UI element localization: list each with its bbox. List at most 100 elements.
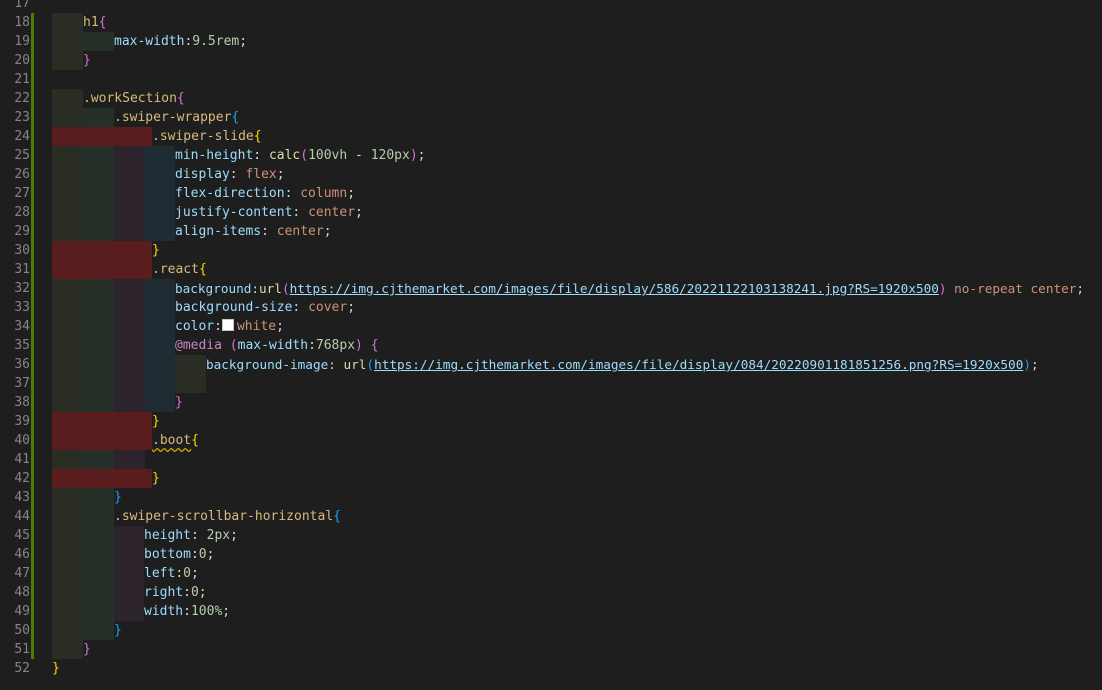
modified-gutter-marker: [31, 640, 34, 659]
modified-gutter-marker: [31, 279, 34, 298]
indent-guide: [83, 184, 114, 203]
code-line[interactable]: 27 flex-direction: column;: [0, 184, 1102, 203]
indent-error-highlight: [52, 260, 152, 279]
code-line[interactable]: 35 @media (max-width:768px) {: [0, 336, 1102, 355]
code-line[interactable]: 22 .workSection{: [0, 89, 1102, 108]
modified-gutter-marker: [31, 146, 34, 165]
url-link[interactable]: https://img.cjthemarket.com/images/file/…: [374, 357, 1023, 372]
indent-guide: [52, 393, 83, 412]
code-line[interactable]: 41: [0, 450, 1102, 469]
line-number: 34: [14, 319, 30, 334]
code-line[interactable]: 40 .boot{: [0, 431, 1102, 450]
code-line[interactable]: 44 .swiper-scrollbar-horizontal{: [0, 507, 1102, 526]
code-line[interactable]: 48 right:0;: [0, 583, 1102, 602]
line-number: 48: [14, 585, 30, 600]
code-line[interactable]: 52 }: [0, 659, 1102, 678]
code-line[interactable]: 29 align-items: center;: [0, 222, 1102, 241]
code-line[interactable]: 19 max-width:9.5rem;: [0, 32, 1102, 51]
modified-gutter-marker: [31, 70, 34, 89]
lint-warning[interactable]: .boot: [152, 433, 191, 448]
indent-guide: [52, 51, 83, 70]
code-line[interactable]: 20 }: [0, 51, 1102, 70]
line-number: 25: [14, 148, 30, 163]
code-line[interactable]: 18 h1{: [0, 13, 1102, 32]
code-line[interactable]: 38 }: [0, 393, 1102, 412]
modified-gutter-marker: [31, 298, 34, 317]
code-line[interactable]: 25 min-height: calc(100vh - 120px);: [0, 146, 1102, 165]
indent-guide: [83, 526, 114, 545]
code-line[interactable]: 51 }: [0, 640, 1102, 659]
code-text: justify-content: center;: [175, 205, 363, 220]
code-line[interactable]: 32 background:url(https://img.cjthemarke…: [0, 279, 1102, 298]
color-swatch[interactable]: [221, 319, 234, 331]
line-number: 19: [14, 34, 30, 49]
code-text: .workSection{: [83, 91, 185, 106]
indent-guide: [145, 203, 175, 222]
code-line[interactable]: 34 color: white;: [0, 317, 1102, 336]
modified-gutter-marker: [31, 583, 34, 602]
indent-guide: [52, 298, 83, 317]
modified-gutter-marker: [31, 488, 34, 507]
code-line[interactable]: 49 width:100%;: [0, 602, 1102, 621]
indent-guide: [145, 222, 175, 241]
indent-guide: [52, 545, 83, 564]
line-number: 27: [14, 186, 30, 201]
code-line[interactable]: 26 display: flex;: [0, 165, 1102, 184]
indent-guide: [52, 317, 83, 336]
code-line[interactable]: 42 }: [0, 469, 1102, 488]
code-line[interactable]: 30 }: [0, 241, 1102, 260]
indent-guide: [52, 89, 83, 108]
indent-guide: [52, 602, 83, 621]
line-number: 42: [14, 471, 30, 486]
code-line[interactable]: 39 }: [0, 412, 1102, 431]
code-text: @media (max-width:768px) {: [175, 338, 379, 353]
indent-guide: [83, 374, 114, 393]
indent-guide: [52, 336, 83, 355]
modified-gutter-marker: [31, 32, 34, 51]
indent-error-highlight: [52, 431, 152, 450]
code-line[interactable]: 33 background-size: cover;: [0, 298, 1102, 317]
indent-error-highlight: [52, 241, 152, 260]
modified-gutter-marker: [31, 526, 34, 545]
code-line[interactable]: 21: [0, 70, 1102, 89]
code-text: h1{: [83, 15, 107, 30]
code-line[interactable]: 50 }: [0, 621, 1102, 640]
code-line[interactable]: 36 background-image: url(https://img.cjt…: [0, 355, 1102, 374]
indent-guide: [114, 374, 145, 393]
indent-guide: [114, 393, 145, 412]
modified-gutter-marker: [31, 13, 34, 32]
modified-gutter-marker: [31, 184, 34, 203]
indent-guide: [114, 355, 145, 374]
code-line[interactable]: 31 .react{: [0, 260, 1102, 279]
modified-gutter-marker: [31, 374, 34, 393]
code-line[interactable]: 23 .swiper-wrapper{: [0, 108, 1102, 127]
modified-gutter-marker: [31, 393, 34, 412]
indent-guide: [114, 165, 145, 184]
indent-guide: [52, 640, 83, 659]
code-text: }: [114, 623, 122, 638]
indent-guide: [145, 374, 175, 393]
code-text: max-width:9.5rem;: [114, 34, 248, 49]
line-number: 28: [14, 205, 30, 220]
indent-guide: [114, 602, 144, 621]
line-number: 18: [14, 15, 30, 30]
code-editor[interactable]: 17 18 h1{ 19 max-width:9.5rem; 20 } 21 2…: [0, 0, 1102, 690]
modified-gutter-marker: [31, 51, 34, 70]
code-line[interactable]: 47 left:0;: [0, 564, 1102, 583]
code-text: }: [83, 642, 91, 657]
code-line[interactable]: 37: [0, 374, 1102, 393]
code-line[interactable]: 17: [0, 0, 1102, 13]
line-number: 26: [14, 167, 30, 182]
indent-guide: [52, 146, 83, 165]
code-line[interactable]: 24 .swiper-slide{: [0, 127, 1102, 146]
indent-guide: [145, 355, 175, 374]
modified-gutter-marker: [31, 203, 34, 222]
indent-guide: [83, 355, 114, 374]
url-link[interactable]: https://img.cjthemarket.com/images/file/…: [290, 281, 939, 296]
code-line[interactable]: 45 height: 2px;: [0, 526, 1102, 545]
code-line[interactable]: 43 }: [0, 488, 1102, 507]
indent-guide: [83, 583, 114, 602]
code-line[interactable]: 28 justify-content: center;: [0, 203, 1102, 222]
code-line[interactable]: 46 bottom:0;: [0, 545, 1102, 564]
indent-guide: [114, 526, 144, 545]
